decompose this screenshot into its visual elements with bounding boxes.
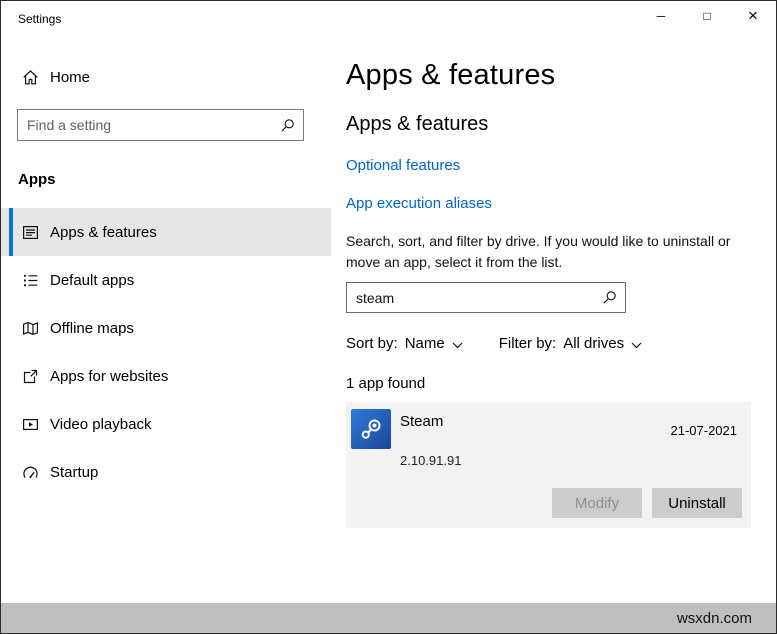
sidebar-item-label: Default apps	[50, 272, 134, 289]
settings-window: Settings ─ □ × Home Apps	[0, 0, 777, 634]
app-buttons: Modify Uninstall	[350, 488, 743, 518]
close-button[interactable]: ×	[730, 1, 776, 31]
search-icon[interactable]	[271, 110, 303, 140]
apps-for-websites-icon	[22, 368, 39, 385]
sidebar-item-label: Startup	[50, 464, 98, 481]
app-search-box	[346, 282, 626, 313]
app-row: Steam 2.10.91.91 21-07-2021	[350, 407, 743, 468]
window-controls: ─ □ ×	[638, 1, 776, 31]
filters-row: Sort by: Name Filter by: All drives	[346, 335, 749, 352]
description-text: Search, sort, and filter by drive. If yo…	[346, 231, 748, 273]
sidebar-nav: Apps & features Default apps Offline map…	[1, 208, 331, 496]
titlebar: Settings ─ □ ×	[1, 1, 776, 37]
sort-by-value: Name	[405, 335, 445, 352]
sidebar-item-offline-maps[interactable]: Offline maps	[1, 304, 331, 352]
default-apps-icon	[22, 272, 39, 289]
modify-button[interactable]: Modify	[552, 488, 642, 518]
optional-features-link[interactable]: Optional features	[346, 157, 460, 174]
minimize-button[interactable]: ─	[638, 1, 684, 31]
steam-app-icon	[351, 409, 391, 449]
startup-icon	[22, 464, 39, 481]
app-version: 2.10.91.91	[400, 453, 461, 468]
home-icon	[22, 69, 39, 86]
sidebar-item-label: Apps & features	[50, 224, 157, 241]
sort-by-dropdown[interactable]: Sort by: Name	[346, 335, 463, 352]
sidebar-item-label: Apps for websites	[50, 368, 168, 385]
sidebar-home-label: Home	[50, 69, 90, 86]
search-icon[interactable]	[593, 283, 625, 313]
sidebar-item-video-playback[interactable]: Video playback	[1, 400, 331, 448]
sidebar-item-startup[interactable]: Startup	[1, 448, 331, 496]
sidebar-section-apps: Apps	[18, 171, 331, 188]
sidebar-item-home[interactable]: Home	[1, 57, 331, 97]
sidebar-item-default-apps[interactable]: Default apps	[1, 256, 331, 304]
chevron-down-icon	[631, 342, 642, 349]
app-name: Steam	[400, 413, 461, 430]
maximize-button[interactable]: □	[684, 1, 730, 31]
app-execution-aliases-link[interactable]: App execution aliases	[346, 195, 492, 212]
main-content: Apps & features Apps & features Optional…	[331, 37, 776, 603]
section-title: Apps & features	[346, 113, 749, 136]
offline-maps-icon	[22, 320, 39, 337]
app-text: Steam 2.10.91.91	[400, 407, 461, 468]
sidebar-item-apps-features[interactable]: Apps & features	[1, 208, 331, 256]
settings-search-input[interactable]	[18, 117, 271, 133]
result-count: 1 app found	[346, 375, 749, 392]
filter-by-dropdown[interactable]: Filter by: All drives	[499, 335, 642, 352]
sidebar: Home Apps Apps & features	[1, 37, 331, 603]
sidebar-item-label: Offline maps	[50, 320, 134, 337]
app-install-date: 21-07-2021	[671, 423, 744, 438]
watermark: wsxdn.com	[1, 603, 776, 633]
page-title: Apps & features	[346, 59, 749, 92]
app-search-input[interactable]	[347, 290, 593, 306]
sidebar-item-label: Video playback	[50, 416, 151, 433]
apps-features-icon	[22, 224, 39, 241]
app-list-item[interactable]: Steam 2.10.91.91 21-07-2021 Modify Unins…	[346, 402, 751, 528]
chevron-down-icon	[452, 342, 463, 349]
sort-by-label: Sort by:	[346, 335, 398, 352]
uninstall-button[interactable]: Uninstall	[652, 488, 742, 518]
filter-by-label: Filter by:	[499, 335, 557, 352]
window-title: Settings	[1, 1, 61, 26]
filter-by-value: All drives	[563, 335, 624, 352]
sidebar-item-apps-for-websites[interactable]: Apps for websites	[1, 352, 331, 400]
video-playback-icon	[22, 416, 39, 433]
settings-search-box	[17, 109, 304, 141]
